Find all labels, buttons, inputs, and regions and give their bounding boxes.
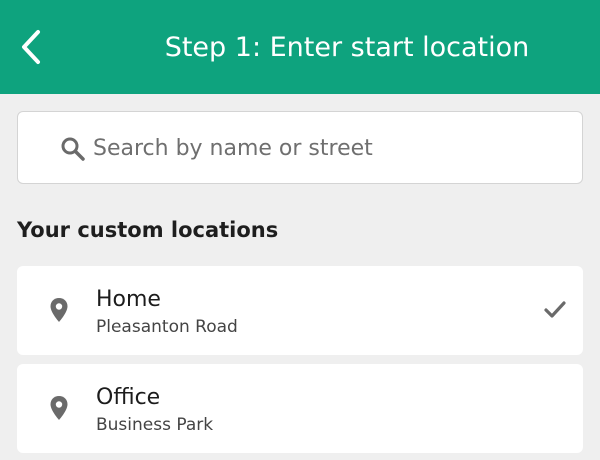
back-button[interactable]	[6, 20, 56, 74]
location-item-office[interactable]: Office Business Park	[17, 364, 583, 453]
search-input[interactable]	[93, 126, 563, 170]
location-name: Office	[96, 385, 161, 410]
location-name: Home	[96, 287, 161, 312]
location-item-home[interactable]: Home Pleasanton Road	[17, 266, 583, 355]
checkmark-icon	[544, 301, 566, 318]
app-bar: Step 1: Enter start location	[0, 0, 600, 94]
location-pin-icon	[50, 298, 68, 322]
page-title: Step 1: Enter start location	[164, 32, 530, 63]
section-heading: Your custom locations	[17, 218, 279, 242]
location-subtitle: Pleasanton Road	[96, 317, 238, 337]
location-subtitle: Business Park	[96, 415, 214, 435]
location-pin-icon	[50, 396, 68, 420]
chevron-left-icon	[22, 30, 40, 64]
search-icon	[61, 137, 85, 161]
search-box[interactable]	[17, 111, 583, 184]
